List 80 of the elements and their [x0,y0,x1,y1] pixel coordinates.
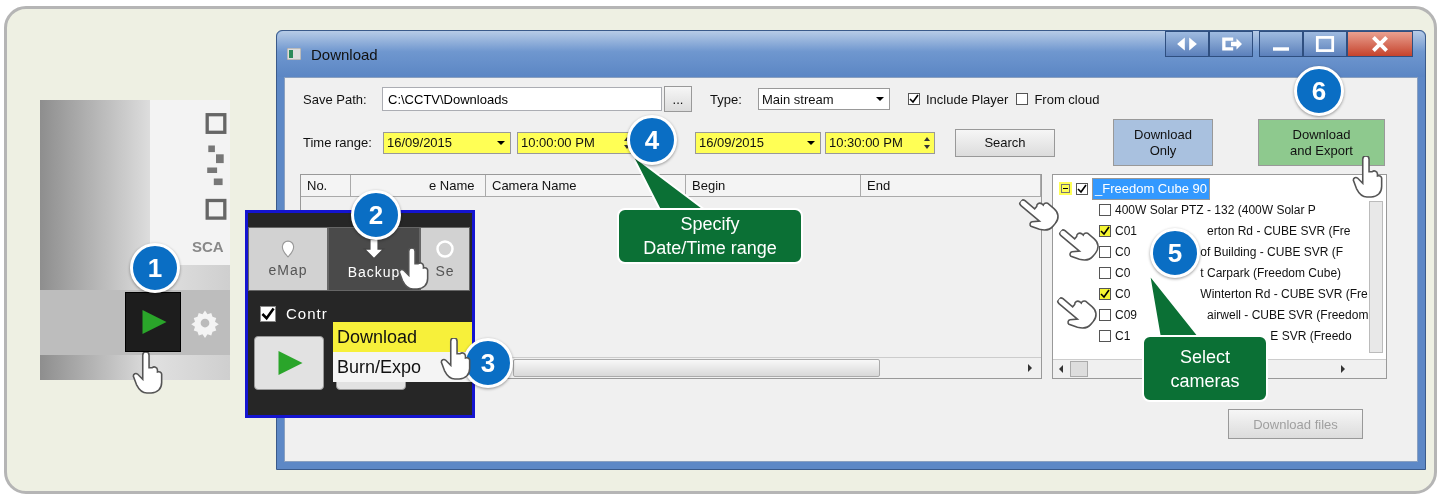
close-button[interactable] [1347,31,1413,57]
camera-name[interactable]: C1 [1115,328,1131,343]
end-date-picker[interactable]: 16/09/2015 [695,131,821,154]
type-label: Type: [710,91,743,107]
toolbar-tab[interactable]: Se [420,227,470,291]
export-window-button[interactable] [1209,31,1253,57]
dropdown-arrow-icon [875,96,885,102]
checkmark-icon [909,94,919,104]
scrollbar-thumb[interactable] [513,359,880,377]
camera-checkbox[interactable] [1099,287,1111,300]
camera-checkbox[interactable] [1099,245,1111,258]
camera-name[interactable]: C01 [1115,223,1137,238]
map-pin-icon [281,240,295,258]
search-button[interactable]: Search [955,128,1055,157]
scroll-right-icon[interactable] [1340,365,1346,373]
camera-name[interactable]: t Carpark (Freedom Cube) [1200,265,1342,280]
camera-name[interactable]: 400W Solar PTZ - 132 (400W Solar P [1115,202,1316,217]
checkmark-icon [1077,183,1087,194]
save-path-label: Save Path: [303,91,368,107]
maximize-button[interactable] [1303,31,1347,57]
control-label: Contr [286,305,328,322]
save-path-field[interactable]: C:\CCTV\Downloads [382,87,662,111]
export-icon [1220,36,1242,52]
pointing-hand-icon [132,352,164,394]
column-header[interactable] [351,175,421,197]
split-view-button[interactable] [1165,31,1209,57]
settings-icon [190,308,220,338]
vertical-scrollbar[interactable] [1369,201,1383,353]
start-date-picker[interactable]: 16/09/2015 [383,131,511,154]
end-time-field[interactable]: 10:30:00 PM [825,131,935,154]
camera-name[interactable]: Winterton Rd - CUBE SVR (Fre [1200,286,1368,301]
stream-type-dropdown[interactable]: Main stream [758,88,890,110]
maximize-icon [1314,36,1336,52]
minimize-button[interactable] [1259,31,1303,57]
pointing-hand-icon [398,248,430,290]
column-header[interactable]: End [861,175,1041,197]
toolbar-tab[interactable]: eMap [248,227,328,291]
scroll-right-icon[interactable] [1027,364,1033,372]
download-only-button[interactable]: Download Only [1113,119,1213,166]
camera-name[interactable]: airwell - CUBE SVR (Freedom [1207,307,1369,322]
play-button[interactable] [125,292,181,352]
download-and-export-button[interactable]: Download and Export [1258,119,1385,166]
dropdown-arrow-icon [496,139,506,146]
minimize-icon [1273,47,1289,51]
camera-name[interactable]: C0 [1115,265,1131,280]
camera-name[interactable]: E SVR (Freedo [1270,328,1352,343]
camera-name[interactable]: C09 [1115,307,1137,322]
window-title: Download [311,45,378,63]
camera-checkbox[interactable] [1099,329,1111,342]
collapse-icon[interactable] [1059,182,1072,195]
menu-item[interactable]: Download [333,322,472,352]
include-player-checkbox[interactable]: Include Player [908,91,1009,107]
from-cloud-checkbox[interactable]: From cloud [1016,91,1100,107]
window-icon [287,48,301,60]
checkmark-icon [1100,288,1110,299]
checkmark-icon [261,306,275,321]
down-arrow-icon [362,238,386,260]
camera-group-checkbox[interactable] [1076,182,1088,195]
control-checkbox[interactable] [260,305,276,322]
camera-checkbox[interactable] [1099,224,1111,237]
scroll-left-icon[interactable] [1058,365,1064,373]
camera-checkbox[interactable] [1099,308,1111,321]
camera-checkbox[interactable] [1099,203,1111,216]
camera-checkbox[interactable] [1099,266,1111,279]
time-range-label: Time range: [303,135,373,150]
checkmark-icon [1100,225,1110,236]
browse-button[interactable]: ... [664,86,692,112]
camera-name[interactable]: of Building - CUBE SVR (F [1200,244,1344,259]
scan-label: SCA [192,238,224,255]
column-header[interactable]: Begin [686,175,861,197]
close-icon [1369,36,1391,52]
double-arrow-icon [1176,36,1198,52]
dropdown-arrow-icon [806,139,816,146]
camera-name[interactable]: C0 [1115,244,1131,259]
camera-name[interactable]: C0 [1115,286,1131,301]
camera-name[interactable]: erton Rd - CUBE SVR (Fre [1207,223,1351,238]
column-header[interactable]: No. [301,175,351,197]
column-header[interactable]: e Name [421,175,486,197]
scrollbar-thumb[interactable] [1070,361,1088,377]
circle-icon [435,239,455,259]
